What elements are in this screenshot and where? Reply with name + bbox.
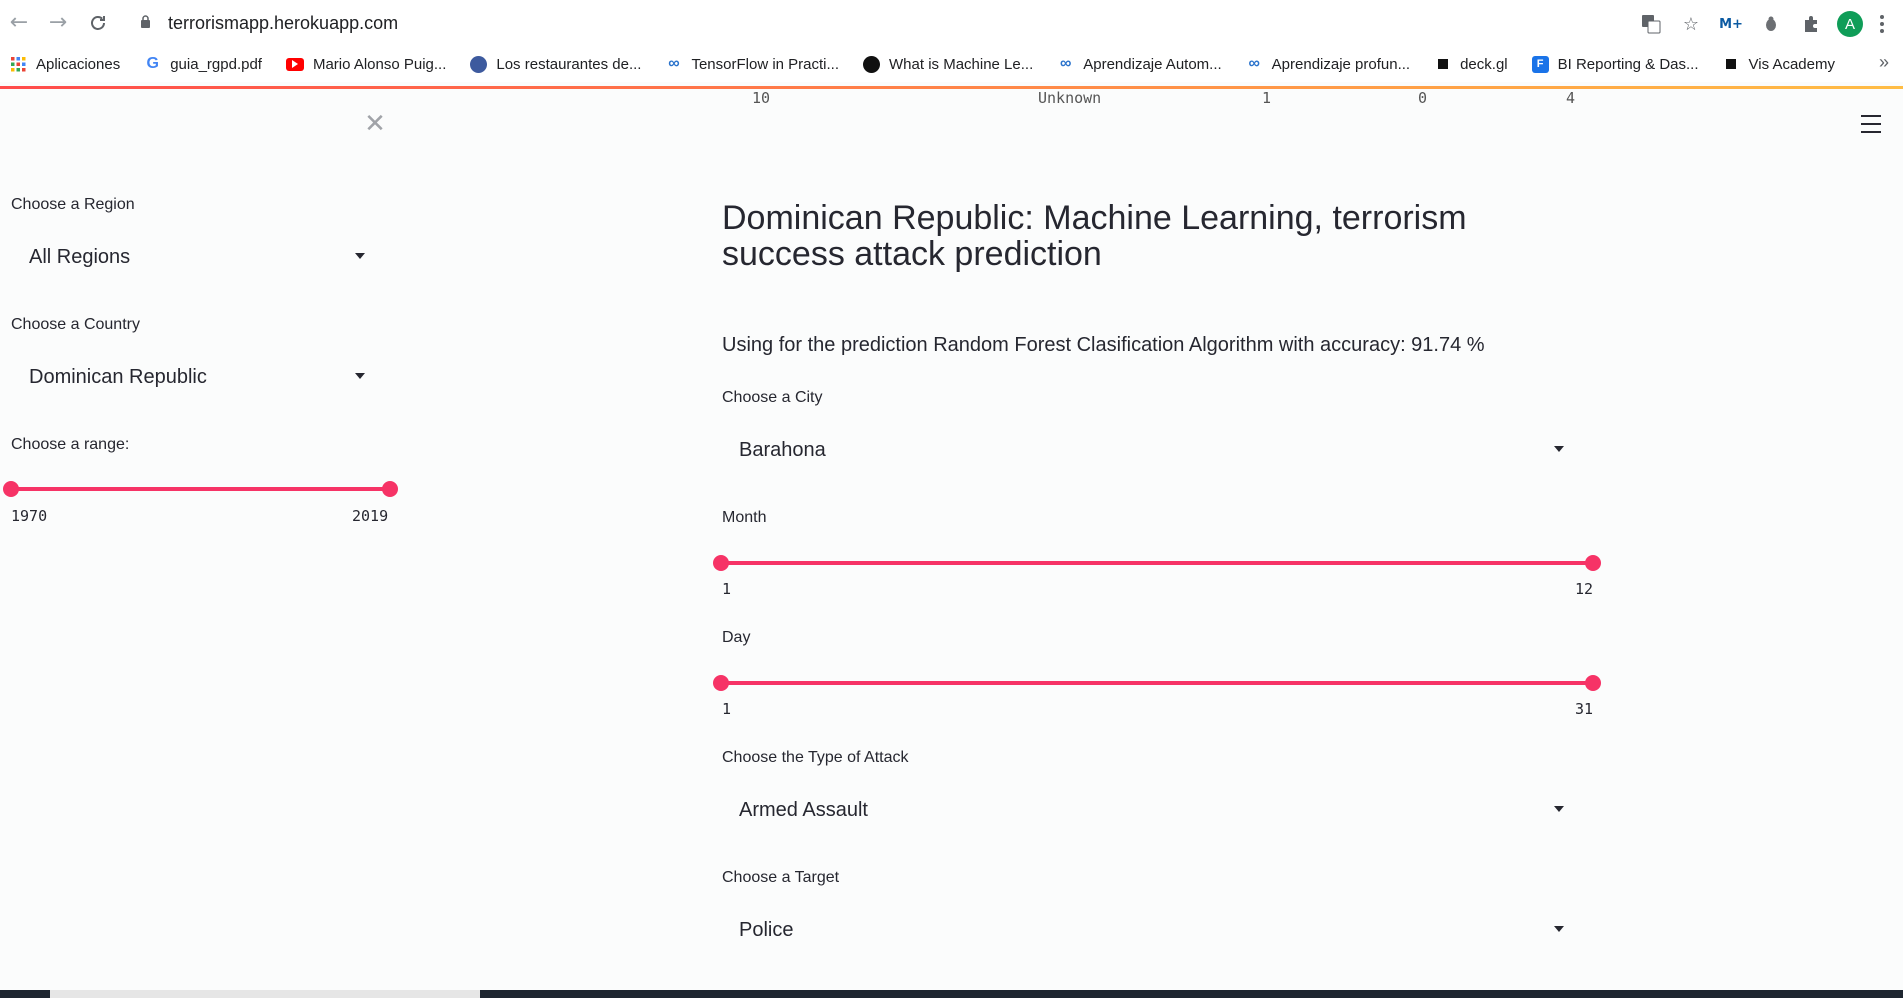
country-value: Dominican Republic [29, 365, 207, 388]
bookmark-bi-reporting[interactable]: F BI Reporting & Das... [1531, 55, 1699, 73]
day-range-min-handle[interactable] [713, 675, 729, 691]
more-bookmarks-icon[interactable]: » [1879, 52, 1889, 73]
chevron-down-icon [1554, 806, 1564, 812]
hamburger-menu-icon[interactable] [1861, 115, 1881, 133]
city-select[interactable]: Barahona [722, 428, 1580, 472]
day-range-max-value: 31 [1575, 700, 1594, 718]
bookmark-tensorflow[interactable]: ∞ TensorFlow in Practi... [665, 55, 839, 73]
extensions-puzzle-icon[interactable] [1797, 10, 1825, 38]
movistar-extension-icon[interactable]: M+ [1717, 10, 1745, 38]
year-range-min-value: 1970 [11, 507, 48, 525]
chevron-down-icon [355, 253, 365, 259]
os-taskbar [0, 990, 1903, 998]
chevron-down-icon [355, 373, 365, 379]
browser-toolbar: ← → terrorismapp.herokuapp.com ☆ M+ A [0, 0, 1903, 46]
year-range-max-value: 2019 [352, 507, 389, 525]
bookmark-aprendizaje-autom[interactable]: ∞ Aprendizaje Autom... [1057, 55, 1222, 73]
youtube-icon [285, 57, 304, 71]
reload-icon[interactable] [84, 9, 112, 37]
google-icon: G [146, 55, 159, 72]
month-range-min-handle[interactable] [713, 555, 729, 571]
city-value: Barahona [739, 438, 826, 461]
bookmark-machine-learning[interactable]: What is Machine Le... [863, 55, 1033, 73]
bug-extension-icon[interactable] [1757, 10, 1785, 38]
region-label: Choose a Region [11, 196, 135, 213]
table-cell: 0 [1418, 89, 1428, 107]
table-cell: 10 [752, 89, 771, 107]
profile-avatar[interactable]: A [1837, 11, 1863, 37]
day-range-track[interactable] [722, 681, 1594, 685]
month-range-max-value: 12 [1575, 580, 1594, 598]
target-select[interactable]: Police [722, 908, 1580, 952]
address-bar[interactable]: terrorismapp.herokuapp.com [168, 13, 398, 34]
coursera-icon: ∞ [1060, 55, 1072, 72]
bi-icon: F [1531, 55, 1549, 73]
month-label: Month [722, 509, 767, 526]
attack-type-label: Choose the Type of Attack [722, 749, 909, 766]
bookmark-aprendizaje-profun[interactable]: ∞ Aprendizaje profun... [1246, 55, 1410, 73]
table-cell: Unknown [1038, 89, 1102, 107]
star-icon[interactable]: ☆ [1677, 10, 1705, 38]
region-value: All Regions [29, 245, 131, 268]
year-range-min-handle[interactable] [3, 481, 19, 497]
apps-grid-icon [10, 56, 27, 73]
back-arrow-icon[interactable]: ← [5, 9, 33, 37]
range-label: Choose a range: [11, 436, 130, 453]
chevron-down-icon [1554, 446, 1564, 452]
translate-icon[interactable] [1637, 10, 1665, 38]
country-select[interactable]: Dominican Republic [11, 355, 375, 399]
target-value: Police [739, 918, 794, 941]
sidebar: ✕ Choose a Region All Regions Choose a C… [0, 89, 400, 989]
day-range-min-value: 1 [722, 700, 732, 718]
bookmark-vis-academy[interactable]: Vis Academy [1723, 56, 1835, 73]
page-title: Dominican Republic: Machine Learning, te… [722, 199, 1467, 273]
attack-type-select[interactable]: Armed Assault [722, 788, 1580, 832]
attack-type-value: Armed Assault [739, 798, 868, 821]
region-select[interactable]: All Regions [11, 235, 375, 279]
chevron-down-icon [1554, 926, 1564, 932]
target-label: Choose a Target [722, 869, 840, 886]
table-cell: 4 [1566, 89, 1576, 107]
browser-menu-icon[interactable] [1875, 10, 1889, 38]
year-range-track[interactable] [11, 487, 391, 491]
accuracy-text: Using for the prediction Random Forest C… [722, 334, 1485, 356]
day-range-max-handle[interactable] [1585, 675, 1601, 691]
lock-icon [141, 15, 150, 28]
coursera-icon: ∞ [668, 55, 680, 72]
taskbar-item[interactable] [50, 990, 480, 998]
forward-arrow-icon[interactable]: → [44, 9, 72, 37]
year-range-max-handle[interactable] [382, 481, 398, 497]
bookmark-guia-rgpd[interactable]: G guia_rgpd.pdf [144, 55, 261, 73]
bookmark-aplicaciones[interactable]: Aplicaciones [10, 56, 120, 73]
globe-icon [470, 55, 488, 73]
bookmarks-bar: Aplicaciones G guia_rgpd.pdf Mario Alons… [0, 46, 1903, 82]
bookmark-mario-alonso[interactable]: Mario Alonso Puig... [285, 56, 446, 73]
city-label: Choose a City [722, 389, 823, 406]
table-cell: 1 [1262, 89, 1272, 107]
close-sidebar-icon[interactable]: ✕ [360, 109, 390, 139]
coursera-icon: ∞ [1248, 55, 1260, 72]
month-range-track[interactable] [722, 561, 1594, 565]
spiral-icon [863, 55, 881, 73]
square-icon [1723, 56, 1740, 73]
month-range-max-handle[interactable] [1585, 555, 1601, 571]
toolbar-icons: ☆ M+ A [1637, 10, 1889, 38]
square-icon [1434, 56, 1451, 73]
bookmark-restaurantes[interactable]: Los restaurantes de... [470, 55, 641, 73]
day-label: Day [722, 629, 751, 646]
bookmark-deckgl[interactable]: deck.gl [1434, 56, 1508, 73]
month-range-min-value: 1 [722, 580, 732, 598]
country-label: Choose a Country [11, 316, 140, 333]
